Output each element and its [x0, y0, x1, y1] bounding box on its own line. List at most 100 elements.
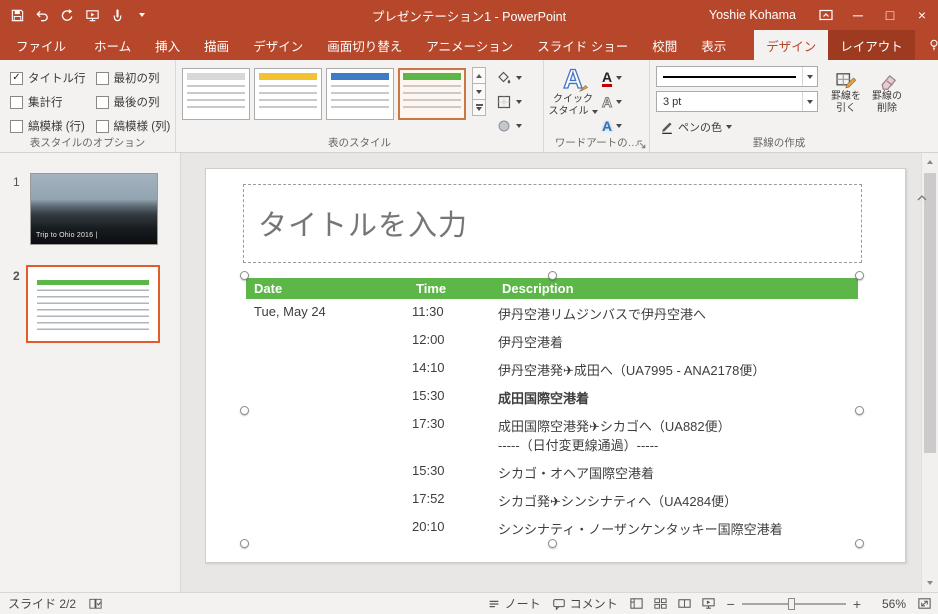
minimize-button[interactable]: ─ [842, 0, 874, 30]
ribbon-display-options-icon[interactable] [810, 0, 842, 30]
table-row[interactable]: 17:30 成田国際空港発✈シカゴへ（UA882便） -----（日付変更線通過）-… [246, 411, 858, 458]
tab-スライド ショー[interactable]: スライド ショー [525, 30, 640, 60]
slide2-thumbnail-selected[interactable] [26, 265, 160, 343]
style-thumb-line [187, 84, 245, 87]
fit-to-window-icon[interactable] [917, 596, 932, 611]
quick-styles-button[interactable]: A クイック スタイル [548, 63, 598, 140]
slide-sorter-view-icon[interactable] [653, 596, 668, 611]
cell-date [246, 416, 408, 454]
maximize-button[interactable]: □ [874, 0, 906, 30]
undo-icon[interactable] [33, 3, 51, 27]
tab-file[interactable]: ファイル [0, 30, 82, 60]
table-style-green[interactable] [398, 68, 466, 120]
table-row[interactable]: 17:52 シカゴ発✈シンシナティへ（UA4284便） [246, 486, 858, 514]
table-style-extras [494, 66, 540, 138]
resize-handle-mid-right[interactable] [855, 405, 864, 415]
table-style-plain[interactable] [182, 68, 250, 120]
resize-handle-mid-left[interactable] [240, 405, 249, 415]
table-row[interactable]: 20:10 シンシナティ・ノーザンケンタッキー国際空港着 [246, 514, 858, 542]
account-name[interactable]: Yoshie Kohama [695, 8, 810, 22]
vertical-scrollbar[interactable] [921, 153, 938, 592]
start-slideshow-icon[interactable] [83, 3, 101, 27]
notes-button[interactable]: ノート [487, 595, 541, 612]
table-row[interactable]: 15:30 成田国際空港着 [246, 383, 858, 411]
pen-weight-caret-icon[interactable] [802, 92, 817, 111]
text-effects-icon: A [602, 118, 613, 134]
slide1-thumbnail[interactable]: Trip to Ohio 2016 | [30, 173, 158, 245]
zoom-out-button[interactable]: − [727, 596, 735, 612]
table-row[interactable]: Tue, May 24 11:30 伊丹空港リムジンバスで伊丹空港へ [246, 299, 858, 327]
group-draw-borders: 3 pt ペンの色 罫線を 引く 罫線の 削除 罫線の作成 [650, 60, 908, 152]
zoom-in-button[interactable]: + [853, 596, 861, 612]
table-row[interactable]: 12:00 伊丹空港着 [246, 327, 858, 355]
checkbox-タイトル行[interactable]: ✓ タイトル行 [10, 70, 86, 86]
repeat-icon[interactable] [58, 3, 76, 27]
comment-icon [552, 598, 565, 611]
title-placeholder[interactable]: タイトルを入力 [243, 184, 862, 263]
gallery-up-icon[interactable] [472, 67, 486, 84]
tab-デザイン[interactable]: デザイン [241, 30, 315, 60]
table-row[interactable]: 14:10 伊丹空港発✈成田へ（UA7995 - ANA2178便） [246, 355, 858, 383]
pen-style-caret-icon[interactable] [802, 67, 817, 86]
checkbox-縞模様 (行)[interactable]: 縞模様 (行) [10, 118, 86, 134]
table-header-row[interactable]: Date Time Description [246, 278, 858, 299]
tab-アニメーション[interactable]: アニメーション [414, 30, 525, 60]
tab-描画[interactable]: 描画 [192, 30, 241, 60]
checkbox-集計行[interactable]: 集計行 [10, 94, 86, 110]
save-icon[interactable] [8, 3, 26, 27]
resize-handle-bottom-left[interactable] [240, 539, 249, 548]
table-style-blue[interactable] [326, 68, 394, 120]
collapse-ribbon-icon[interactable] [916, 194, 930, 204]
zoom-percentage[interactable]: 56% [872, 597, 906, 611]
scroll-up-icon[interactable] [922, 154, 938, 170]
zoom-slider-thumb[interactable] [787, 597, 795, 610]
normal-view-icon[interactable] [629, 596, 644, 611]
table-row[interactable]: 15:30 シカゴ・オヘア国際空港着 [246, 458, 858, 486]
tab-table-tools-design[interactable]: デザイン [754, 30, 829, 60]
text-fill-button[interactable]: A [602, 66, 648, 90]
dialog-launcher-icon[interactable] [637, 140, 646, 149]
zoom-slider[interactable] [741, 597, 846, 610]
tab-ホーム[interactable]: ホーム [82, 30, 143, 60]
slide-indicator[interactable]: スライド 2/2 [8, 595, 76, 612]
thumb-table-header [37, 280, 149, 285]
tab-挿入[interactable]: 挿入 [143, 30, 192, 60]
pen-style-dropdown[interactable] [656, 66, 818, 87]
style-thumb-line [331, 91, 389, 94]
tab-校閲[interactable]: 校閲 [640, 30, 689, 60]
borders-button[interactable] [494, 90, 540, 114]
reading-view-icon[interactable] [677, 596, 692, 611]
proofing-icon[interactable] [88, 596, 103, 611]
checkbox-最後の列[interactable]: 最後の列 [95, 94, 171, 110]
resize-handle-top-right[interactable] [855, 271, 864, 280]
touch-mode-icon[interactable] [108, 3, 126, 27]
checkbox-縞模様 (列)[interactable]: 縞模様 (列) [95, 118, 170, 134]
checkbox-最初の列[interactable]: 最初の列 [95, 70, 171, 86]
resize-handle-top-left[interactable] [240, 271, 249, 280]
resize-handle-bottom-center[interactable] [547, 539, 557, 548]
table-style-yellow[interactable] [254, 68, 322, 120]
comments-button[interactable]: コメント [552, 595, 618, 612]
eraser-button[interactable]: 罫線の 削除 [867, 64, 907, 140]
pen-weight-dropdown[interactable]: 3 pt [656, 91, 818, 112]
text-outline-button[interactable]: A [601, 90, 648, 114]
resize-handle-bottom-right[interactable] [855, 539, 864, 548]
tab-table-tools-layout[interactable]: レイアウト [828, 30, 915, 60]
tab-表示[interactable]: 表示 [689, 30, 738, 60]
header-date: Date [254, 281, 283, 296]
shading-button[interactable] [494, 66, 540, 90]
lightbulb-icon [927, 38, 938, 52]
tab-画面切り替え[interactable]: 画面切り替え [315, 30, 414, 60]
close-button[interactable]: × [906, 0, 938, 30]
gallery-more-icon[interactable] [472, 99, 486, 116]
gallery-down-icon[interactable] [472, 83, 486, 100]
scrollbar-thumb[interactable] [924, 173, 936, 453]
slideshow-view-icon[interactable] [701, 596, 716, 611]
scroll-down-icon[interactable] [922, 575, 938, 591]
slide-table[interactable]: Date Time Description Tue, May 24 11:30 伊丹… [240, 271, 864, 548]
draw-table-button[interactable]: 罫線を 引く [826, 64, 866, 140]
customize-qat-icon[interactable] [133, 3, 151, 27]
checkbox-box [10, 119, 23, 133]
tab-tell-me[interactable]: 操作アシ [915, 30, 938, 60]
resize-handle-top-center[interactable] [547, 271, 557, 280]
